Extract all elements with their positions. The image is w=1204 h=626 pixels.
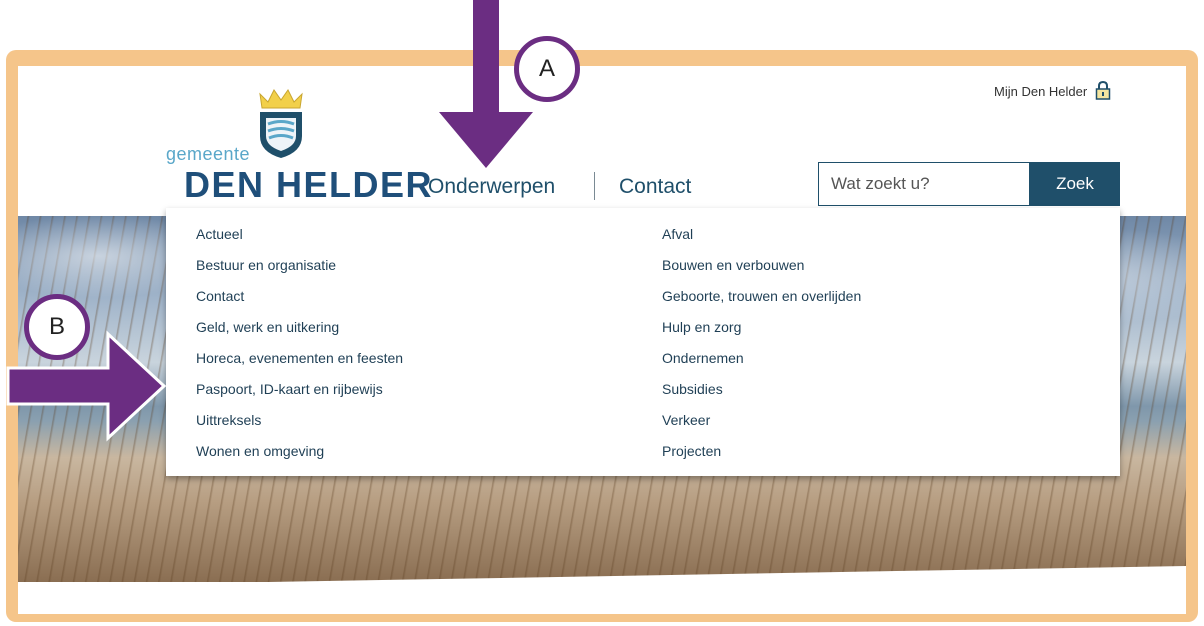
menu-item-bouwen[interactable]: Bouwen en verbouwen <box>662 247 861 278</box>
menu-item-geboorte[interactable]: Geboorte, trouwen en overlijden <box>662 278 861 309</box>
nav-divider <box>594 172 595 200</box>
topics-dropdown-menu: Actueel Bestuur en organisatie Contact G… <box>166 208 1120 476</box>
lock-icon <box>1095 80 1111 103</box>
menu-column-left: Actueel Bestuur en organisatie Contact G… <box>196 216 403 464</box>
search-input[interactable] <box>818 162 1030 206</box>
menu-item-bestuur[interactable]: Bestuur en organisatie <box>196 247 403 278</box>
menu-item-wonen[interactable]: Wonen en omgeving <box>196 433 403 464</box>
menu-item-afval[interactable]: Afval <box>662 216 861 247</box>
crest-icon <box>259 89 303 158</box>
menu-item-projecten[interactable]: Projecten <box>662 433 861 464</box>
logo-subtitle: gemeente <box>166 144 251 164</box>
menu-column-right: Afval Bouwen en verbouwen Geboorte, trou… <box>662 216 861 464</box>
logo-title: DEN HELDER <box>184 164 434 205</box>
mijn-den-helder-label: Mijn Den Helder <box>994 84 1088 99</box>
callout-b: B <box>24 294 90 360</box>
menu-item-uittreksels[interactable]: Uittreksels <box>196 402 403 433</box>
nav-contact[interactable]: Contact <box>619 170 691 204</box>
site-logo[interactable]: gemeente DEN HELDER <box>166 86 432 206</box>
nav-onderwerpen[interactable]: Onderwerpen <box>422 170 562 210</box>
mijn-den-helder-link[interactable]: Mijn Den Helder <box>994 80 1111 103</box>
search-button[interactable]: Zoek <box>1030 162 1120 206</box>
menu-item-geld-werk[interactable]: Geld, werk en uitkering <box>196 309 403 340</box>
menu-item-paspoort[interactable]: Paspoort, ID-kaart en rijbewijs <box>196 371 403 402</box>
menu-item-actueel[interactable]: Actueel <box>196 216 403 247</box>
callout-a: A <box>514 36 580 102</box>
menu-item-ondernemen[interactable]: Ondernemen <box>662 340 861 371</box>
menu-item-horeca[interactable]: Horeca, evenementen en feesten <box>196 340 403 371</box>
menu-item-subsidies[interactable]: Subsidies <box>662 371 861 402</box>
menu-item-contact[interactable]: Contact <box>196 278 403 309</box>
page-viewport: gemeente DEN HELDER Onderwerpen Contact … <box>18 66 1186 614</box>
menu-item-hulp-zorg[interactable]: Hulp en zorg <box>662 309 861 340</box>
menu-item-verkeer[interactable]: Verkeer <box>662 402 861 433</box>
